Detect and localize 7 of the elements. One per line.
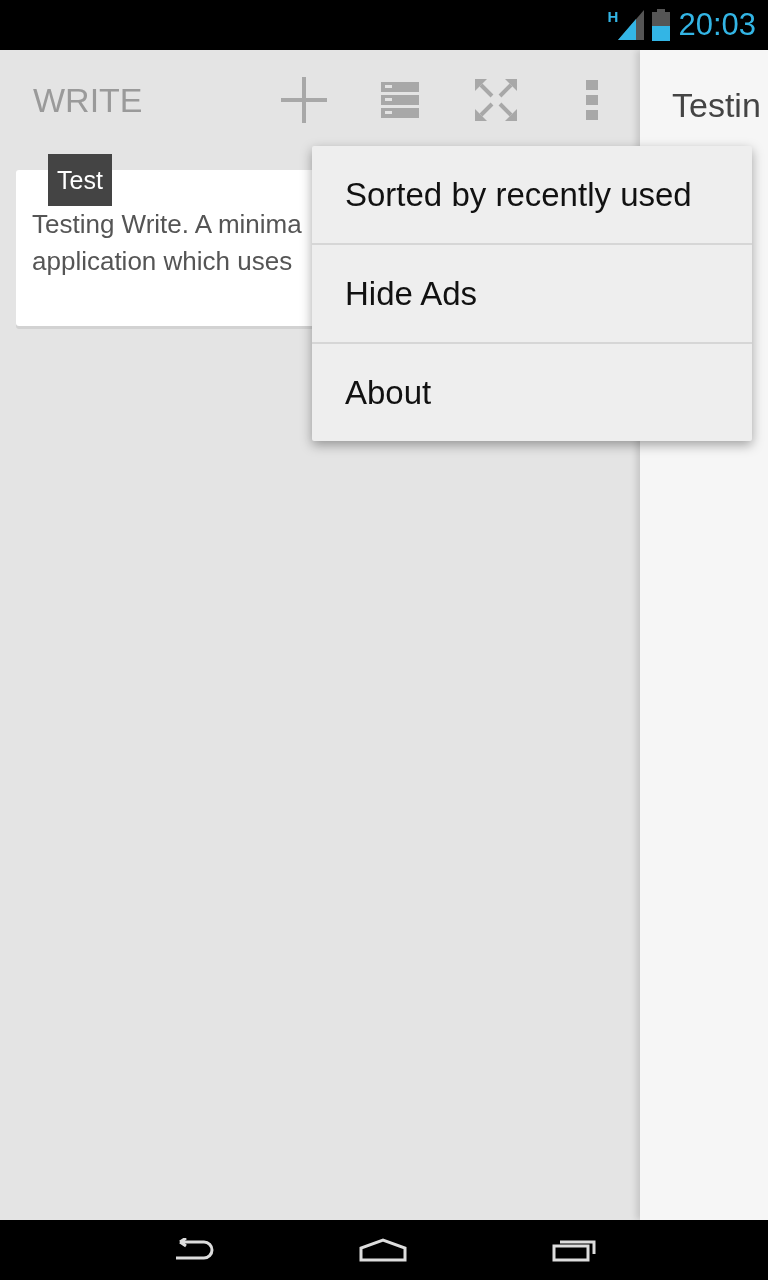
clock: 20:03	[678, 7, 756, 43]
note-text: Testing Write. A minima	[32, 208, 303, 241]
app-title: WRITE	[33, 80, 144, 120]
network-type: H	[607, 8, 619, 25]
note-tag: Test	[48, 154, 112, 206]
preview-text: Testin	[672, 86, 761, 124]
note-text: application which uses	[32, 245, 294, 278]
